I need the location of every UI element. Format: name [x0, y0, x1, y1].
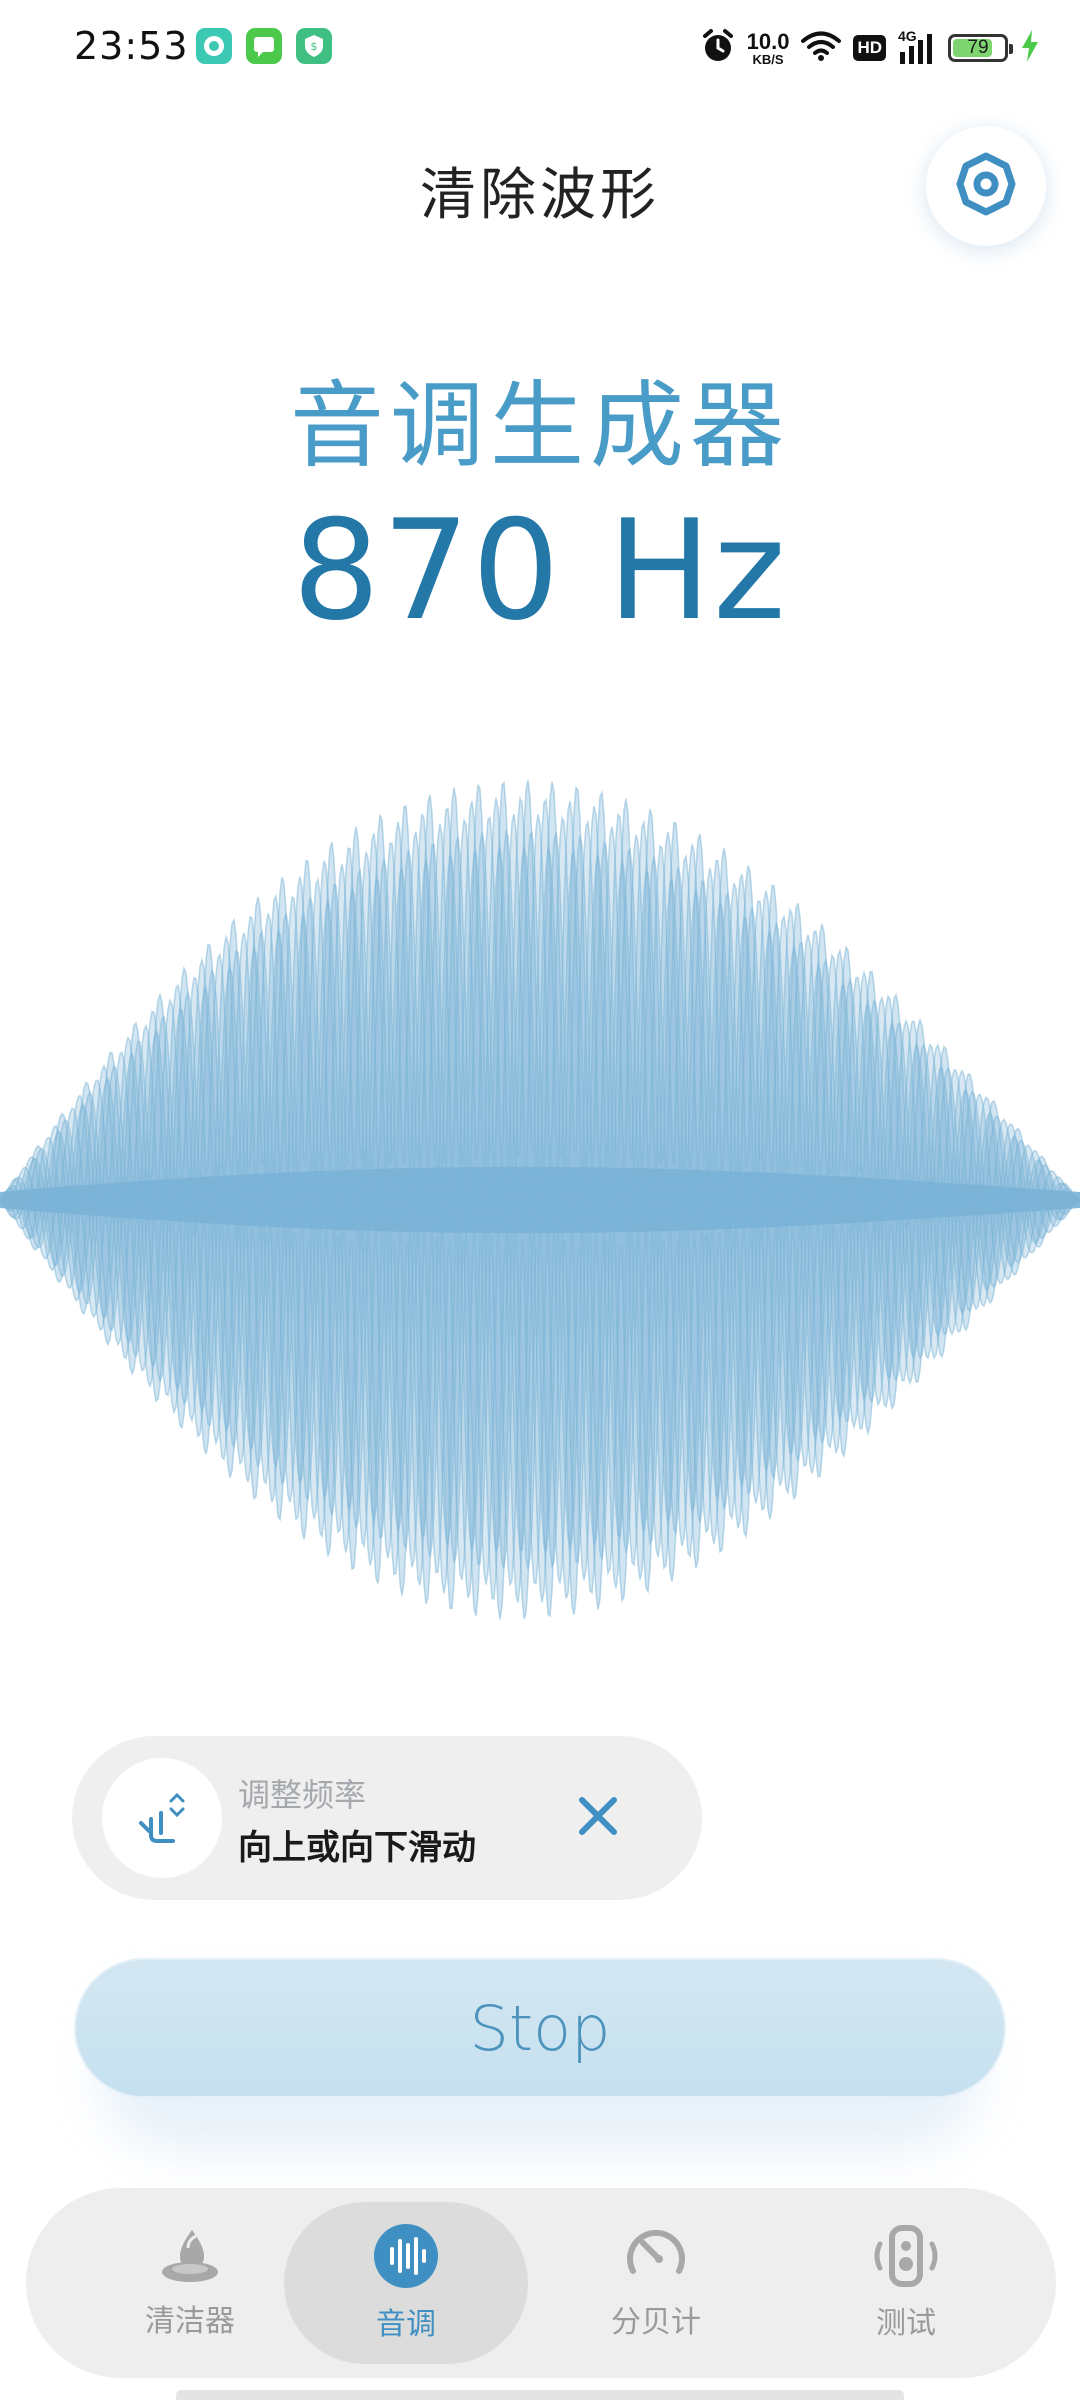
gear-icon — [954, 152, 1018, 220]
hd-badge: HD — [853, 35, 886, 61]
app-screen: 23:53 $ 10.0 KB/S HD 4G 79 清除波形 音调生成器 87… — [0, 0, 1080, 2400]
nav-item-decibel-meter[interactable]: 分贝计 — [534, 2202, 778, 2364]
charging-icon — [1020, 29, 1040, 67]
hint-label: 调整频率 — [238, 1776, 367, 1814]
nav-label-test: 测试 — [876, 2306, 936, 2341]
alarm-icon — [701, 28, 735, 68]
network-speed: 10.0 KB/S — [746, 28, 790, 67]
settings-button[interactable] — [926, 126, 1046, 246]
gauge-icon — [623, 2225, 689, 2291]
bottom-navigation: 清洁器 音调 分贝计 测试 — [26, 2188, 1056, 2378]
wifi-icon — [801, 30, 842, 66]
status-bar: 23:53 $ 10.0 KB/S HD 4G 79 — [0, 0, 1080, 96]
speaker-test-icon — [872, 2224, 940, 2292]
hint-close-button[interactable] — [558, 1778, 638, 1858]
generator-title: 音调生成器 — [289, 372, 790, 481]
battery-indicator: 79 — [948, 34, 1013, 62]
page-title: 清除波形 — [420, 163, 660, 228]
svg-text:$: $ — [311, 40, 318, 53]
home-indicator — [176, 2390, 904, 2400]
frequency-value[interactable]: 870 Hz — [0, 490, 1080, 651]
waveform-visualization[interactable] — [0, 760, 1080, 1640]
swipe-vertical-icon — [102, 1758, 222, 1878]
status-time: 23:53 — [74, 24, 189, 68]
nav-label-tone: 音调 — [376, 2307, 436, 2342]
status-indicators: 10.0 KB/S HD 4G 79 — [701, 22, 1040, 74]
water-drop-icon — [158, 2226, 222, 2290]
nav-label-decibel-meter: 分贝计 — [611, 2305, 701, 2340]
nav-item-test[interactable]: 测试 — [784, 2202, 1028, 2364]
shield-app-icon: $ — [296, 28, 332, 64]
stop-button[interactable]: Stop — [74, 1958, 1006, 2098]
message-app-icon — [196, 28, 232, 64]
cell-signal-icon: 4G — [898, 28, 936, 66]
close-icon — [576, 1794, 620, 1842]
swipe-hint: 调整频率 向上或向下滑动 — [72, 1736, 702, 1900]
nav-item-cleaner[interactable]: 清洁器 — [68, 2202, 312, 2364]
nav-label-cleaner: 清洁器 — [145, 2304, 235, 2339]
chat-app-icon — [246, 28, 282, 64]
nav-item-tone[interactable]: 音调 — [284, 2202, 528, 2364]
sound-wave-icon — [373, 2223, 439, 2293]
hint-text: 向上或向下滑动 — [238, 1828, 476, 1868]
